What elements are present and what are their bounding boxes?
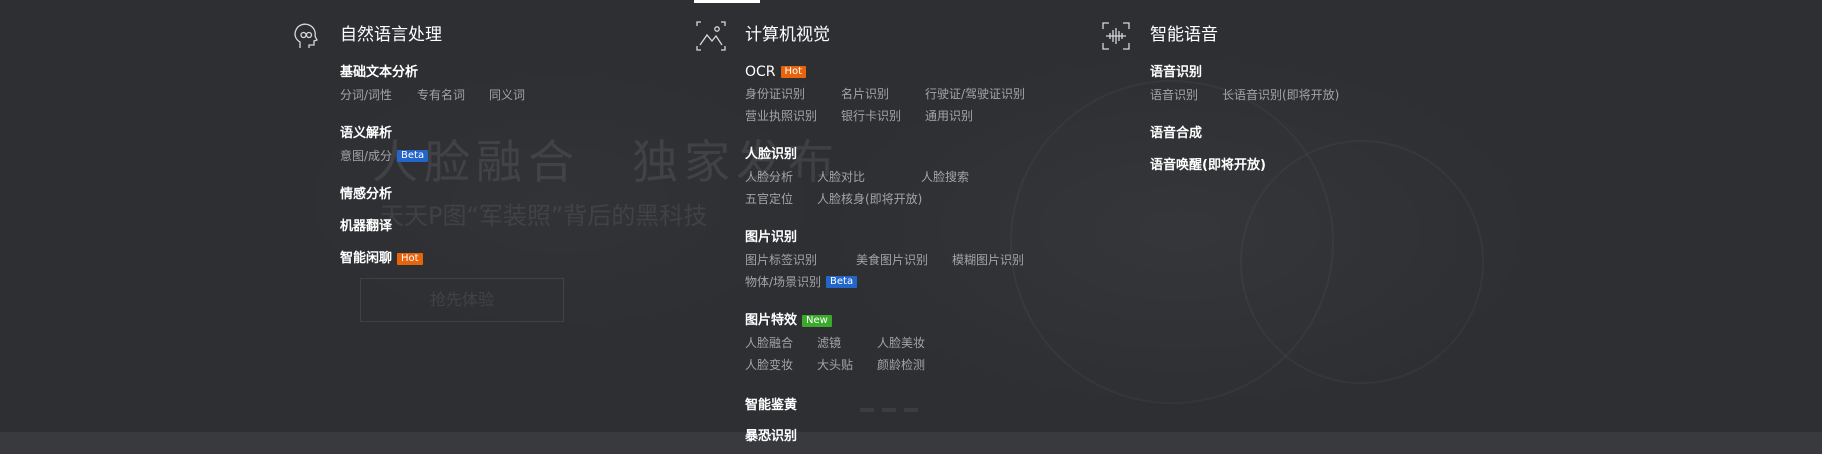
- column-title[interactable]: 智能语音: [1150, 24, 1218, 46]
- menu-item-face-analysis[interactable]: 人脸分析: [745, 168, 817, 186]
- group-image-recognition: 图片识别 图片标签识别 美食图片识别 模糊图片识别 物体/场景识别 Beta: [745, 229, 1024, 291]
- menu-item-bank-card[interactable]: 银行卡识别: [841, 107, 925, 125]
- menu-item-long-speech-recognition[interactable]: 长语音识别(即将开放): [1222, 86, 1339, 104]
- menu-item-food-image[interactable]: 美食图片识别: [856, 251, 952, 269]
- banner-cta-button[interactable]: 抢先体验: [360, 278, 564, 322]
- hot-badge: Hot: [397, 253, 423, 265]
- bottom-strip: [0, 432, 1822, 454]
- items-row: 营业执照识别 银行卡识别 通用识别: [745, 107, 1025, 125]
- group-porn-detection: 智能鉴黄: [745, 397, 797, 415]
- head-speech-icon: [290, 20, 322, 52]
- group-title[interactable]: 情感分析: [340, 186, 392, 204]
- menu-item-blurry-image[interactable]: 模糊图片识别: [952, 251, 1024, 269]
- group-title[interactable]: 智能鉴黄: [745, 397, 797, 415]
- items-row: 物体/场景识别 Beta: [745, 273, 1024, 291]
- menu-item-business-license[interactable]: 营业执照识别: [745, 107, 841, 125]
- group-sentiment-analysis: 情感分析: [340, 186, 392, 204]
- banner-carousel-dots: [860, 408, 918, 412]
- group-machine-translation: 机器翻译: [340, 218, 392, 236]
- group-title[interactable]: 语义解析: [340, 125, 428, 143]
- items-row: 人脸变妆 大头贴 颜龄检测: [745, 356, 925, 374]
- items-row: 人脸融合 滤镜 人脸美妆: [745, 334, 925, 352]
- group-terror-detection: 暴恐识别: [745, 428, 797, 446]
- hot-badge: Hot: [780, 66, 807, 78]
- items-row: 五官定位 人脸核身(即将开放): [745, 190, 969, 208]
- menu-item-id-card[interactable]: 身份证识别: [745, 85, 841, 103]
- items-row: 图片标签识别 美食图片识别 模糊图片识别: [745, 251, 1024, 269]
- menu-item-general-ocr[interactable]: 通用识别: [925, 107, 973, 125]
- active-nav-indicator: [694, 0, 760, 3]
- menu-item-face-verification[interactable]: 人脸核身(即将开放): [817, 190, 922, 208]
- items-row: 分词/词性 专有名词 同义词: [340, 86, 525, 104]
- group-title[interactable]: 语音识别: [1150, 64, 1339, 82]
- items-row: 意图/成分 Beta: [340, 147, 429, 165]
- banner-decoration-ring: [1240, 140, 1484, 384]
- group-title[interactable]: 暴恐识别: [745, 428, 797, 446]
- column-title[interactable]: 自然语言处理: [340, 24, 442, 46]
- column-title[interactable]: 计算机视觉: [745, 24, 830, 46]
- menu-item-sticker[interactable]: 大头贴: [817, 356, 877, 374]
- beta-badge: Beta: [397, 150, 429, 162]
- menu-item-face-transform[interactable]: 人脸变妆: [745, 356, 817, 374]
- items-row: 身份证识别 名片识别 行驶证/驾驶证识别: [745, 85, 1025, 103]
- group-title[interactable]: 机器翻译: [340, 218, 392, 236]
- group-title[interactable]: 人脸识别: [745, 146, 969, 164]
- banner-subtitle: 天天P图“军装照”背后的黑科技: [380, 202, 708, 230]
- menu-item-face-search[interactable]: 人脸搜索: [921, 168, 969, 186]
- menu-item-word-segmentation[interactable]: 分词/词性: [340, 86, 417, 104]
- group-title[interactable]: 语音合成: [1150, 125, 1202, 143]
- group-basic-text-analysis: 基础文本分析 分词/词性 专有名词 同义词: [340, 64, 525, 104]
- group-title[interactable]: 图片特效 New: [745, 312, 925, 330]
- group-title[interactable]: OCR Hot: [745, 63, 1025, 81]
- beta-badge: Beta: [826, 276, 858, 288]
- group-voice-wakeup: 语音唤醒(即将开放): [1150, 157, 1266, 175]
- menu-item-proper-noun[interactable]: 专有名词: [417, 86, 489, 104]
- menu-item-image-tag[interactable]: 图片标签识别: [745, 251, 856, 269]
- group-title[interactable]: 语音唤醒(即将开放): [1150, 157, 1266, 175]
- menu-item-business-card[interactable]: 名片识别: [841, 85, 925, 103]
- carousel-dot[interactable]: [860, 408, 874, 412]
- menu-item-synonym[interactable]: 同义词: [489, 86, 525, 104]
- menu-item-face-merge[interactable]: 人脸融合: [745, 334, 817, 352]
- menu-item-facial-landmarks[interactable]: 五官定位: [745, 190, 817, 208]
- group-title[interactable]: 基础文本分析: [340, 64, 525, 82]
- menu-item-license[interactable]: 行驶证/驾驶证识别: [925, 85, 1025, 103]
- items-row: 人脸分析 人脸对比 人脸搜索: [745, 168, 969, 186]
- group-semantic-parsing: 语义解析 意图/成分 Beta: [340, 125, 429, 165]
- menu-item-object-scene[interactable]: 物体/场景识别 Beta: [745, 273, 858, 291]
- group-title[interactable]: 智能闲聊 Hot: [340, 250, 423, 268]
- menu-item-filter[interactable]: 滤镜: [817, 334, 877, 352]
- group-face-recognition: 人脸识别 人脸分析 人脸对比 人脸搜索 五官定位 人脸核身(即将开放): [745, 146, 969, 208]
- group-smart-chat: 智能闲聊 Hot: [340, 250, 423, 268]
- menu-item-age-detection[interactable]: 颜龄检测: [877, 356, 925, 374]
- carousel-dot[interactable]: [882, 408, 896, 412]
- new-badge: New: [802, 315, 832, 327]
- image-frame-icon: [695, 20, 727, 52]
- menu-item-intent[interactable]: 意图/成分 Beta: [340, 147, 429, 165]
- group-ocr: OCR Hot 身份证识别 名片识别 行驶证/驾驶证识别 营业执照识别 银行卡识…: [745, 63, 1025, 125]
- menu-item-face-makeup[interactable]: 人脸美妆: [877, 334, 925, 352]
- voice-wave-icon: [1100, 20, 1132, 52]
- menu-item-face-compare[interactable]: 人脸对比: [817, 168, 921, 186]
- group-title[interactable]: 图片识别: [745, 229, 1024, 247]
- group-speech-recognition: 语音识别 语音识别 长语音识别(即将开放): [1150, 64, 1339, 104]
- group-image-effects: 图片特效 New 人脸融合 滤镜 人脸美妆 人脸变妆 大头贴 颜龄检测: [745, 312, 925, 374]
- group-speech-synthesis: 语音合成: [1150, 125, 1202, 143]
- menu-item-speech-recognition[interactable]: 语音识别: [1150, 86, 1222, 104]
- items-row: 语音识别 长语音识别(即将开放): [1150, 86, 1339, 104]
- carousel-dot[interactable]: [904, 408, 918, 412]
